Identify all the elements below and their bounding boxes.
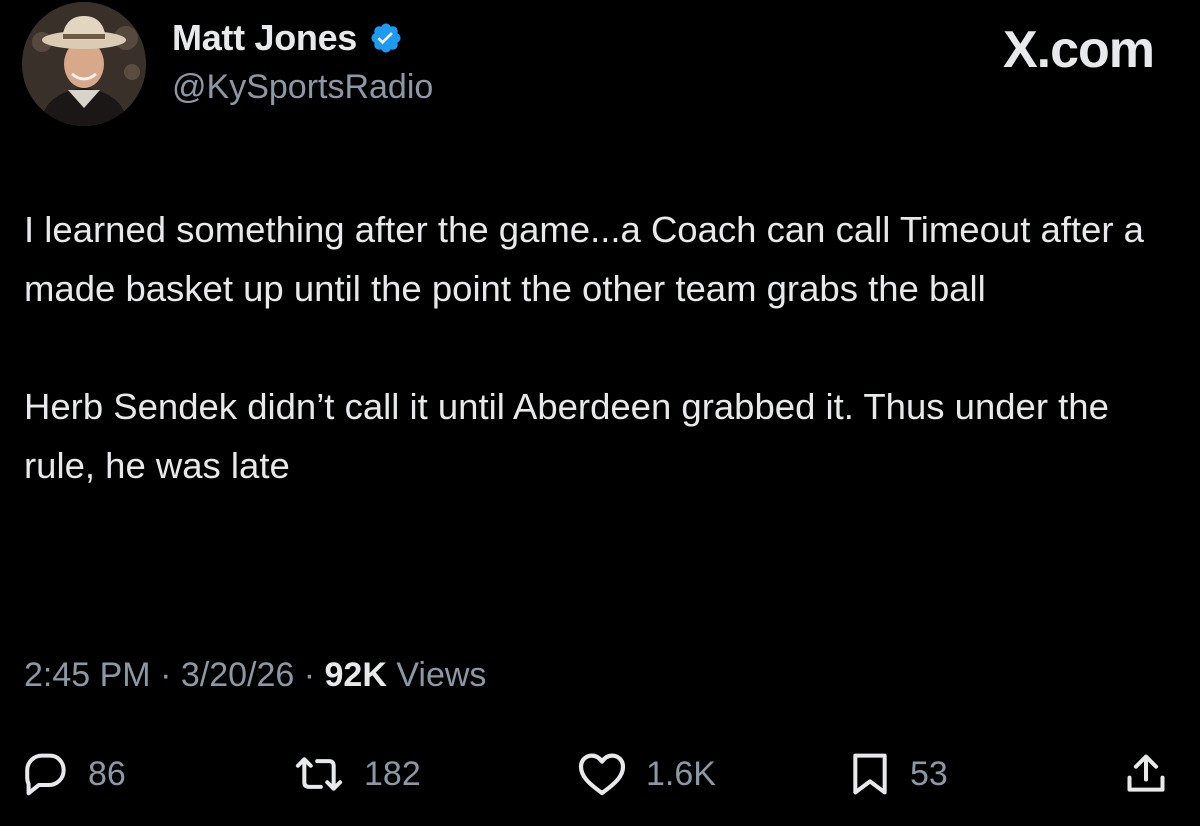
bookmark-button[interactable]: 53 <box>850 742 948 806</box>
repost-icon <box>295 757 343 791</box>
author-avatar[interactable] <box>22 2 146 126</box>
like-count: 1.6K <box>646 754 716 793</box>
repost-count: 182 <box>364 754 421 793</box>
reply-count: 86 <box>88 754 126 793</box>
bookmark-icon <box>853 753 887 795</box>
tweet-meta: 2:45 PM · 3/20/26 · 92K Views <box>24 656 486 695</box>
brand-logo-text: X.com <box>1002 21 1155 79</box>
like-button[interactable]: 1.6K <box>578 742 716 806</box>
tweet-time[interactable]: 2:45 PM <box>24 656 151 694</box>
reply-button[interactable]: 86 <box>24 742 126 806</box>
reply-icon <box>25 753 66 796</box>
meta-separator: · <box>150 656 181 694</box>
action-bar: 86 182 1.6K 53 <box>0 742 1200 806</box>
tweet-paragraph: Herb Sendek didn’t call it until Aberdee… <box>24 386 1109 486</box>
views-label[interactable]: Views <box>396 656 486 694</box>
author-block: Matt Jones @KySportsRadio <box>172 14 433 107</box>
name-row: Matt Jones <box>172 14 433 62</box>
verified-badge-icon[interactable] <box>369 21 403 55</box>
tweet-date[interactable]: 3/20/26 <box>181 656 294 694</box>
share-button[interactable] <box>1124 742 1168 806</box>
author-handle[interactable]: @KySportsRadio <box>172 68 433 107</box>
meta-separator: · <box>294 656 325 694</box>
views-count[interactable]: 92K <box>325 656 387 694</box>
tweet-text: I learned something after the game...a C… <box>24 200 1164 495</box>
share-icon <box>1127 754 1165 792</box>
tweet-paragraph: I learned something after the game...a C… <box>24 209 1144 309</box>
author-display-name[interactable]: Matt Jones <box>172 17 357 59</box>
repost-button[interactable]: 182 <box>294 742 421 806</box>
bookmark-count: 53 <box>910 754 948 793</box>
heart-icon <box>578 753 626 796</box>
